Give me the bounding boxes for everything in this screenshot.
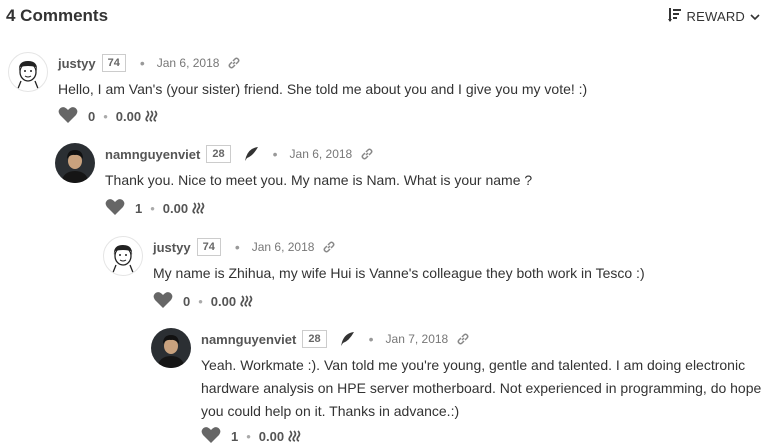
- heart-icon[interactable]: [58, 106, 78, 127]
- author-name[interactable]: justyy: [153, 240, 191, 255]
- comment-actions: 1 • 0.00: [105, 198, 206, 218]
- comment-date[interactable]: Jan 7, 2018: [386, 332, 449, 346]
- steem-icon: [145, 110, 159, 122]
- vote-count[interactable]: 1: [231, 429, 238, 444]
- chevron-down-icon: [750, 9, 760, 24]
- payout-value[interactable]: 0.00: [116, 109, 141, 124]
- payout-value[interactable]: 0.00: [259, 429, 284, 444]
- steem-icon: [288, 430, 302, 442]
- comment-body-line: Hello, I am Van's (your sister) friend. …: [58, 81, 588, 97]
- comment-actions: 0 • 0.00: [58, 106, 159, 126]
- quill-icon: [243, 146, 259, 162]
- link-icon[interactable]: [456, 332, 470, 346]
- comments-count: 4 Comments: [6, 6, 109, 25]
- comment-body-line: Thank you. Nice to meet you. My name is …: [105, 172, 533, 188]
- separator-dot: •: [272, 146, 278, 162]
- avatar[interactable]: [151, 328, 191, 368]
- comment-body-line: hardware analysis on HPE server motherbo…: [201, 380, 762, 396]
- reputation-badge: 74: [196, 238, 221, 256]
- reputation-badge: 28: [302, 330, 327, 348]
- comment-actions: 0 • 0.00: [153, 291, 254, 311]
- separator-dot: •: [234, 239, 240, 255]
- comment-body: Hello, I am Van's (your sister) friend. …: [58, 78, 587, 101]
- separator-dot: •: [150, 200, 155, 216]
- comment-body: My name is Zhihua, my wife Hui is Vanne'…: [153, 262, 645, 285]
- avatar[interactable]: [103, 236, 143, 276]
- sort-label: REWARD: [686, 9, 745, 24]
- sort-icon: [667, 7, 682, 26]
- comment-date[interactable]: Jan 6, 2018: [290, 147, 353, 161]
- comment-body-line: Yeah. Workmate :). Van told me you're yo…: [201, 357, 746, 373]
- comment-body-line: you could help on it. Thanks in advance.…: [201, 403, 460, 419]
- link-icon[interactable]: [360, 147, 374, 161]
- reputation-badge: 74: [101, 54, 126, 72]
- quill-icon: [339, 331, 355, 347]
- steem-icon: [192, 202, 206, 214]
- comment-body-line: My name is Zhihua, my wife Hui is Vanne'…: [153, 265, 645, 281]
- separator-dot: •: [103, 108, 108, 124]
- comments-header: 4 Comments REWARD: [0, 0, 762, 32]
- comment-meta: namnguyenviet 28 • Jan 7, 2018: [201, 329, 470, 349]
- separator-dot: •: [368, 331, 374, 347]
- separator-dot: •: [139, 55, 145, 71]
- steem-icon: [240, 295, 254, 307]
- payout-value[interactable]: 0.00: [163, 201, 188, 216]
- comment-meta: namnguyenviet 28 • Jan 6, 2018: [105, 144, 374, 164]
- comment-meta: justyy 74 • Jan 6, 2018: [153, 237, 336, 257]
- link-icon[interactable]: [322, 240, 336, 254]
- author-name[interactable]: namnguyenviet: [201, 332, 296, 347]
- comment-meta: justyy 74 • Jan 6, 2018: [58, 53, 241, 73]
- comment-actions: 1 • 0.00: [201, 426, 302, 446]
- comment-body: Yeah. Workmate :). Van told me you're yo…: [201, 354, 761, 423]
- avatar[interactable]: [55, 143, 95, 183]
- reputation-badge: 28: [206, 145, 231, 163]
- separator-dot: •: [246, 428, 251, 444]
- sort-dropdown[interactable]: REWARD: [667, 7, 761, 26]
- vote-count[interactable]: 1: [135, 201, 142, 216]
- vote-count[interactable]: 0: [88, 109, 95, 124]
- comment-date[interactable]: Jan 6, 2018: [157, 56, 220, 70]
- separator-dot: •: [198, 293, 203, 309]
- author-name[interactable]: justyy: [58, 56, 96, 71]
- author-name[interactable]: namnguyenviet: [105, 147, 200, 162]
- avatar[interactable]: [8, 52, 48, 92]
- heart-icon[interactable]: [105, 198, 125, 219]
- vote-count[interactable]: 0: [183, 294, 190, 309]
- link-icon[interactable]: [227, 56, 241, 70]
- comment-body: Thank you. Nice to meet you. My name is …: [105, 169, 532, 192]
- heart-icon[interactable]: [201, 426, 221, 447]
- comment-date[interactable]: Jan 6, 2018: [252, 240, 315, 254]
- heart-icon[interactable]: [153, 291, 173, 312]
- payout-value[interactable]: 0.00: [211, 294, 236, 309]
